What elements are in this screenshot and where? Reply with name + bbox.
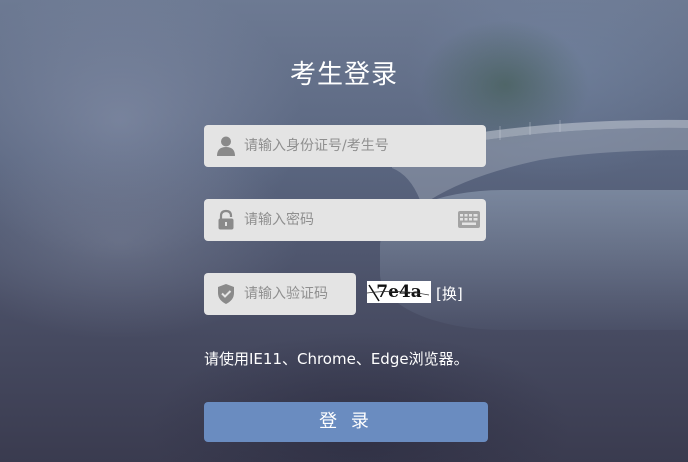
password-field[interactable] bbox=[204, 199, 486, 241]
id-field[interactable] bbox=[204, 125, 486, 167]
id-input[interactable] bbox=[244, 125, 474, 167]
page-title: 考生登录 bbox=[289, 60, 398, 90]
captcha-refresh-link[interactable]: [换] bbox=[436, 283, 463, 304]
password-input[interactable] bbox=[244, 199, 444, 241]
captcha-image[interactable]: 7e4a bbox=[367, 281, 431, 303]
captcha-noise-line bbox=[367, 284, 430, 302]
user-icon bbox=[217, 136, 235, 156]
shield-icon bbox=[218, 284, 234, 304]
lock-icon bbox=[218, 209, 234, 230]
login-button[interactable]: 登 录 bbox=[204, 402, 488, 442]
login-page: 考生登录 请输入身份证号/考生号 请输入验证码 7e4a [换] 请使用IE11… bbox=[0, 0, 688, 462]
captcha-field[interactable] bbox=[204, 273, 356, 315]
browser-note: 请使用IE11、Chrome、Edge浏览器。 bbox=[204, 350, 469, 368]
captcha-input[interactable] bbox=[244, 273, 352, 315]
keyboard-icon[interactable] bbox=[458, 211, 480, 228]
